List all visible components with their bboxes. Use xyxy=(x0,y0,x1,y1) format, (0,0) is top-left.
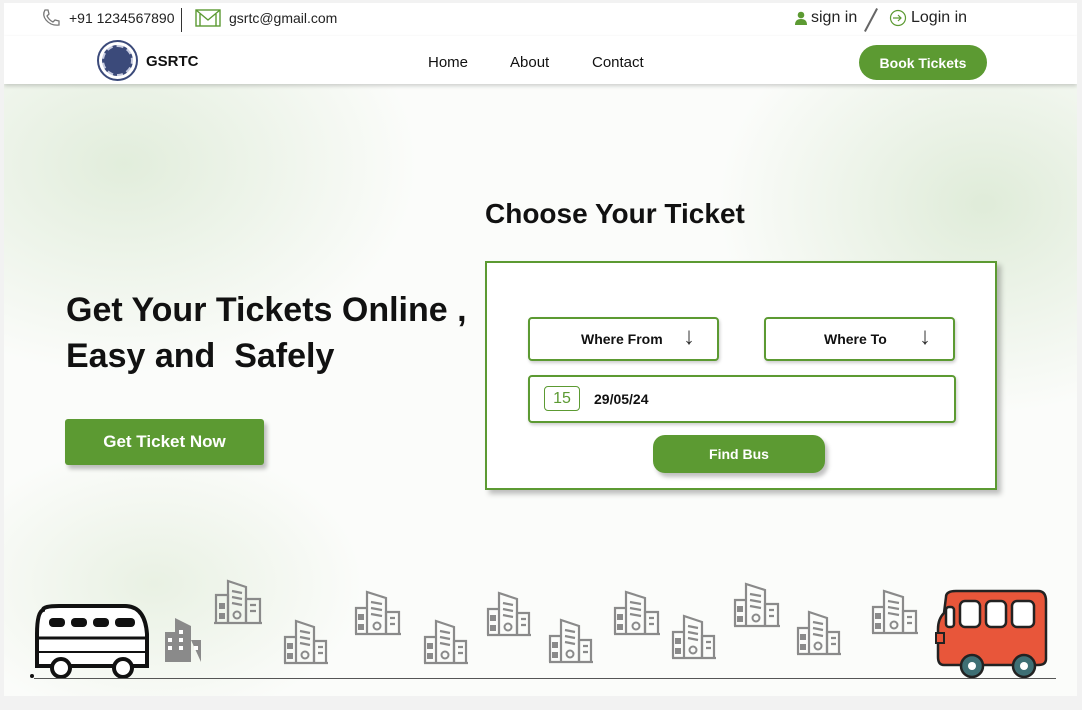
user-icon xyxy=(795,11,807,25)
building-icon xyxy=(486,591,531,637)
where-from-select[interactable]: Where From ↓ xyxy=(528,317,719,361)
find-bus-button[interactable]: Find Bus xyxy=(653,435,825,473)
brand-name: GSRTC xyxy=(146,53,199,70)
building-icon xyxy=(165,618,201,662)
book-tickets-button[interactable]: Book Tickets xyxy=(859,45,987,80)
arrow-down-icon: ↓ xyxy=(683,323,695,350)
sign-in-link[interactable]: sign in xyxy=(794,9,857,27)
login-link[interactable]: Login in xyxy=(889,9,967,27)
nav-contact[interactable]: Contact xyxy=(592,54,644,71)
building-icon xyxy=(671,614,716,660)
headline-line-1: Get Your Tickets Online , xyxy=(66,291,467,329)
email-address: gsrtc@gmail.com xyxy=(229,10,338,26)
arrow-down-icon: ↓ xyxy=(919,323,931,350)
login-label: Login in xyxy=(911,9,968,26)
where-to-select[interactable]: Where To ↓ xyxy=(764,317,955,361)
hero-headline: Get Your Tickets Online , Easy and Safel… xyxy=(66,287,486,379)
gsrtc-logo[interactable] xyxy=(97,40,138,81)
phone-contact[interactable]: +91 1234567890 xyxy=(41,9,175,27)
phone-number: +91 1234567890 xyxy=(69,10,175,26)
page: +91 1234567890 gsrtc@gmail.com sign in L… xyxy=(4,3,1077,696)
mail-icon xyxy=(195,9,221,27)
booking-card: Where From ↓ Where To ↓ 15 29/05/24 Find… xyxy=(485,261,997,490)
black-bus-icon xyxy=(30,604,149,679)
hero-section: Get Your Tickets Online , Easy and Safel… xyxy=(4,84,1077,696)
building-icon xyxy=(548,618,593,664)
where-from-label: Where From xyxy=(581,331,663,347)
email-contact[interactable]: gsrtc@gmail.com xyxy=(195,9,337,27)
building-icon xyxy=(354,590,401,636)
building-icon xyxy=(871,589,918,635)
date-value: 29/05/24 xyxy=(594,391,649,407)
logo-emblem xyxy=(102,45,133,76)
calendar-icon[interactable]: 15 xyxy=(544,386,580,411)
login-icon xyxy=(889,9,907,27)
booking-title: Choose Your Ticket xyxy=(485,198,745,229)
building-icon xyxy=(423,619,468,665)
building-icon xyxy=(796,610,841,656)
navbar: GSRTC Home About Contact Book Tickets xyxy=(4,36,1077,84)
ground-line xyxy=(34,678,1056,679)
phone-icon xyxy=(43,9,60,26)
travel-date-input[interactable]: 15 29/05/24 xyxy=(528,375,956,423)
get-ticket-now-button[interactable]: Get Ticket Now xyxy=(65,419,264,465)
building-icon xyxy=(613,590,660,636)
sign-in-label: sign in xyxy=(811,9,858,26)
where-to-label: Where To xyxy=(824,331,887,347)
building-icon xyxy=(733,582,780,628)
auth-separator xyxy=(864,8,878,32)
building-icon xyxy=(283,619,328,665)
red-bus-icon xyxy=(935,589,1048,679)
headline-line-2: Easy and Safely xyxy=(66,337,335,375)
top-contact-bar: +91 1234567890 gsrtc@gmail.com sign in L… xyxy=(4,3,1077,36)
contact-divider xyxy=(181,8,182,32)
building-icon xyxy=(214,579,262,625)
nav-home[interactable]: Home xyxy=(428,54,468,71)
nav-about[interactable]: About xyxy=(510,54,549,71)
